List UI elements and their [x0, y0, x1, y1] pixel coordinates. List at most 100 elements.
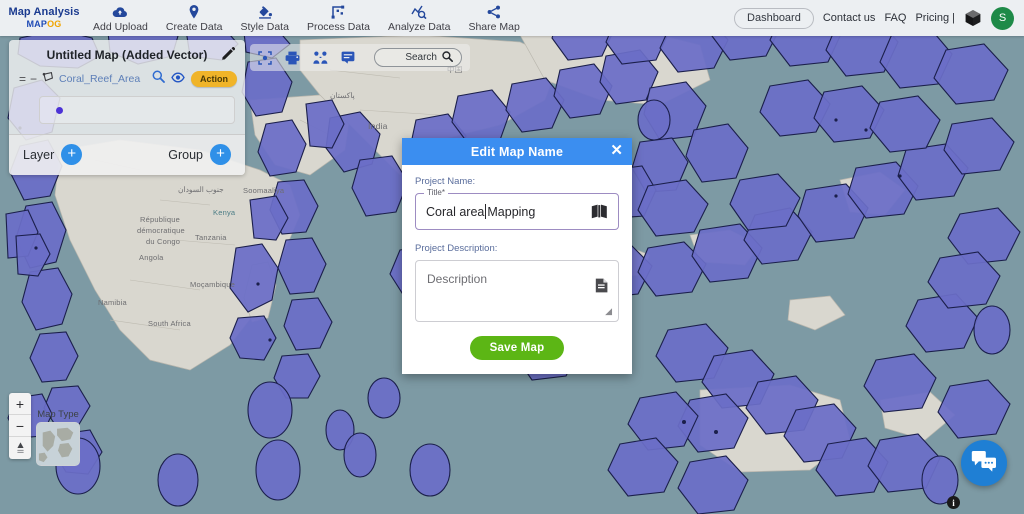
- nav-item-analyze-data[interactable]: Analyze Data: [379, 4, 459, 33]
- add-group-button[interactable]: +: [210, 144, 231, 165]
- legend-symbol-dot: [56, 106, 63, 114]
- map-pin-icon: [188, 4, 200, 19]
- map-label: South Africa: [148, 319, 191, 328]
- project-description-label: Project Description:: [415, 243, 498, 254]
- main-nav: Add Upload Create Data Style Data Proces…: [84, 4, 529, 33]
- zoom-out-button[interactable]: −: [9, 415, 31, 437]
- faq-link[interactable]: FAQ: [884, 12, 906, 24]
- nav-label-add-upload: Add Upload: [93, 20, 148, 33]
- layer-row: = − Coral_Reef_Area Action: [9, 68, 245, 90]
- fullscreen-center-icon[interactable]: [258, 50, 272, 65]
- map-label: India: [368, 121, 388, 131]
- search-icon[interactable]: [442, 50, 453, 65]
- resize-handle-icon[interactable]: ◢: [605, 306, 612, 317]
- share-icon: [487, 4, 501, 19]
- layer-footer-label: Layer: [23, 147, 55, 162]
- map-name-title: Untitled Map (Added Vector): [46, 48, 208, 62]
- edit-map-name-dialog: Edit Map Name ✕ Project Name: Title* Cor…: [402, 138, 632, 374]
- polygon-layer-icon: [42, 70, 54, 88]
- map-toolbar: Search: [250, 44, 470, 71]
- zoom-to-layer-icon[interactable]: [152, 70, 165, 88]
- chat-bubbles-icon: [971, 450, 997, 477]
- map-label: پاکستان: [330, 91, 355, 100]
- logo-title: Map Analysis: [8, 6, 80, 18]
- map-label: Namibia: [98, 298, 128, 307]
- search-input[interactable]: Search: [374, 48, 462, 67]
- zoom-in-button[interactable]: +: [9, 393, 31, 415]
- map-label: Moçambique: [190, 280, 235, 289]
- chat-widget-button[interactable]: [961, 440, 1007, 486]
- top-header: Map Analysis MAPOG Add Upload Create Dat…: [0, 0, 1024, 36]
- logo-sub-og: OG: [47, 19, 62, 29]
- layer-visibility-eye-icon[interactable]: [171, 70, 185, 88]
- dialog-body: Project Name: Title* Coral area Mapping …: [402, 165, 632, 374]
- nav-item-add-upload[interactable]: Add Upload: [84, 4, 157, 33]
- layer-legend-box: [39, 96, 235, 124]
- save-map-button[interactable]: Save Map: [469, 336, 565, 360]
- map-type-thumbnail[interactable]: [36, 422, 80, 466]
- pricing-link[interactable]: Pricing |: [915, 12, 955, 24]
- nav-label-process-data: Process Data: [306, 20, 370, 33]
- close-icon[interactable]: ✕: [610, 143, 623, 158]
- map-label: Soomaaliya: [243, 186, 285, 195]
- comment-icon[interactable]: [341, 51, 355, 64]
- text-caret: [485, 204, 487, 219]
- map-label: République: [140, 215, 180, 224]
- title-field-value: Coral area Mapping: [426, 204, 535, 219]
- map-label: Angola: [139, 253, 164, 262]
- layer-action-button[interactable]: Action: [191, 71, 237, 87]
- layer-panel-title-row: Untitled Map (Added Vector): [9, 40, 245, 68]
- layer-name-link[interactable]: Coral_Reef_Area: [59, 73, 140, 85]
- description-placeholder: Description: [427, 272, 488, 286]
- drag-handle-icon[interactable]: =: [19, 72, 26, 86]
- dashboard-button[interactable]: Dashboard: [734, 7, 814, 29]
- nav-item-share-map[interactable]: Share Map: [459, 4, 528, 33]
- info-button[interactable]: i: [947, 496, 960, 509]
- nav-item-style-data[interactable]: Style Data: [232, 4, 298, 33]
- nav-label-analyze-data: Analyze Data: [387, 20, 451, 33]
- analyze-chart-icon: [411, 4, 427, 19]
- map-label: démocratique: [137, 226, 185, 235]
- dialog-title: Edit Map Name: [470, 144, 564, 159]
- title-value-before-caret: Coral area: [426, 204, 485, 219]
- nav-label-style-data: Style Data: [240, 20, 289, 33]
- map-book-icon[interactable]: [591, 204, 608, 219]
- cube-icon[interactable]: [964, 9, 982, 27]
- save-row: Save Map: [415, 336, 619, 360]
- print-icon[interactable]: [285, 51, 300, 65]
- title-field-legend: Title*: [424, 188, 448, 197]
- nav-label-create-data: Create Data: [165, 20, 223, 33]
- map-thumbnail-svg: [37, 423, 79, 465]
- compass-icon[interactable]: [9, 437, 31, 459]
- collapse-icon[interactable]: −: [30, 72, 37, 86]
- cloud-upload-icon: [112, 4, 128, 19]
- group-footer-label: Group: [168, 147, 203, 162]
- add-layer-group: Layer +: [23, 144, 83, 165]
- app-root: جنوب السودان Soomaaliya Kenya République dém…: [0, 0, 1024, 514]
- contact-us-link[interactable]: Contact us: [823, 12, 876, 24]
- logo-subtitle: MAPOG: [26, 20, 61, 29]
- nav-label-share-map: Share Map: [468, 20, 520, 33]
- logo[interactable]: Map Analysis MAPOG: [0, 6, 80, 29]
- zoom-controls: + −: [9, 393, 31, 459]
- nav-item-process-data[interactable]: Process Data: [298, 4, 379, 33]
- process-nodes-icon: [331, 4, 345, 19]
- map-label: du Congo: [146, 237, 180, 246]
- map-type-control[interactable]: Map Type: [36, 409, 80, 466]
- avatar[interactable]: S: [991, 6, 1014, 30]
- description-textarea[interactable]: Description ◢: [415, 260, 619, 322]
- document-icon[interactable]: [595, 278, 608, 298]
- layer-panel: Untitled Map (Added Vector) = − Coral_Re…: [9, 40, 245, 175]
- map-label: Tanzania: [195, 233, 227, 242]
- edit-map-name-pencil-icon[interactable]: [222, 46, 236, 65]
- add-group-group: Group +: [168, 144, 231, 165]
- header-right-group: Dashboard Contact us FAQ Pricing | S: [734, 6, 1024, 30]
- add-layer-button[interactable]: +: [61, 144, 83, 165]
- title-value-after-caret: Mapping: [487, 204, 536, 219]
- title-field[interactable]: Title* Coral area Mapping: [415, 188, 619, 230]
- nav-item-create-data[interactable]: Create Data: [157, 4, 232, 33]
- measure-icon[interactable]: [313, 51, 328, 65]
- layer-row-icons: Action: [152, 70, 237, 88]
- logo-sub-map: MAP: [26, 19, 48, 29]
- paint-bucket-icon: [257, 4, 273, 19]
